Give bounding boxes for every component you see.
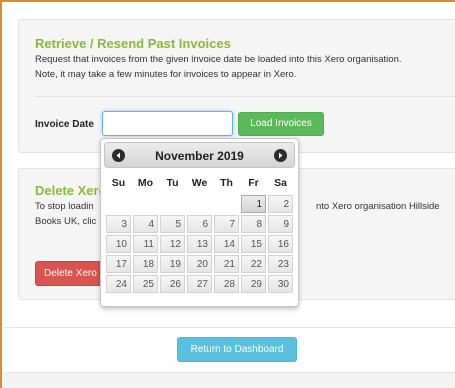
calendar-day[interactable]: 28	[214, 275, 239, 293]
calendar-day[interactable]: 7	[214, 215, 239, 233]
calendar-body: 1 2 3 4 5 6 7 8 9 10 11 12 13 14 15 16 17 18 19 20 21 22 23 24 2…	[106, 195, 293, 293]
calendar-week-row: 3456789	[106, 215, 293, 233]
calendar-day[interactable]: 25	[133, 275, 158, 293]
calendar-week-row: 12	[106, 195, 293, 213]
calendar-day[interactable]: 23	[268, 255, 293, 273]
weekday-header-row: Su Mo Tu We Th Fr Sa	[106, 172, 293, 193]
retrieve-title: Retrieve / Resend Past Invoices	[35, 36, 231, 51]
panel-divider	[35, 96, 455, 97]
invoice-date-label: Invoice Date	[35, 119, 94, 130]
delete-description-line1-right: nto Xero organisation Hillside	[316, 201, 440, 212]
calendar-day[interactable]: 10	[106, 235, 131, 253]
weekday-label: Mo	[137, 176, 154, 189]
calendar-day[interactable]: 5	[160, 215, 185, 233]
load-invoices-button[interactable]: Load Invoices	[238, 112, 324, 136]
datepicker-month-title: November 2019	[155, 149, 244, 163]
calendar-day[interactable]: 3	[106, 215, 131, 233]
retrieve-description: Request that invoices from the given inv…	[35, 52, 449, 82]
weekday-label: Th	[220, 176, 233, 189]
weekday-label: Su	[111, 176, 126, 189]
datepicker-calendar-grid: Su Mo Tu We Th Fr Sa 1 2 3 4 5 6 7 8 9 10 11 12 13 14 15 16 17…	[104, 170, 295, 295]
retrieve-description-line1: Request that invoices from the given inv…	[35, 54, 402, 65]
calendar-day[interactable]: 20	[187, 255, 212, 273]
calendar-day[interactable]: 17	[106, 255, 131, 273]
calendar-day[interactable]: 12	[160, 235, 185, 253]
page-frame: Retrieve / Resend Past Invoices Request …	[0, 0, 455, 388]
retrieve-description-line2: Note, it may take a few minutes for invo…	[35, 69, 297, 80]
return-to-dashboard-button[interactable]: Return to Dashboard	[177, 337, 297, 362]
datepicker-popup: November 2019 Su Mo Tu We Th Fr Sa 1 2 3 4 5 6 7 8 9 10…	[100, 138, 299, 307]
calendar-day-selected[interactable]: 1	[241, 195, 266, 213]
calendar-day[interactable]: 13	[187, 235, 212, 253]
calendar-day[interactable]: 15	[241, 235, 266, 253]
delete-title: Delete Xero	[35, 183, 107, 198]
calendar-day[interactable]: 29	[241, 275, 266, 293]
bottom-strip	[4, 372, 455, 388]
calendar-week-row: 10 11 12 13 14 15 16	[106, 235, 293, 253]
weekday-label: Tu	[166, 176, 179, 189]
calendar-day[interactable]: 30	[268, 275, 293, 293]
calendar-day[interactable]: 2	[268, 195, 293, 213]
calendar-empty-cell	[133, 195, 158, 213]
calendar-day[interactable]: 9	[268, 215, 293, 233]
next-month-icon[interactable]	[274, 149, 287, 162]
datepicker-header: November 2019	[104, 142, 295, 168]
weekday-label: Sa	[274, 176, 287, 189]
calendar-day[interactable]: 8	[241, 215, 266, 233]
retrieve-invoices-panel: Retrieve / Resend Past Invoices Request …	[18, 19, 455, 153]
calendar-empty-cell	[106, 195, 131, 213]
footer-divider	[4, 327, 455, 328]
calendar-empty-cell	[214, 195, 239, 213]
calendar-day[interactable]: 27	[187, 275, 212, 293]
calendar-day[interactable]: 16	[268, 235, 293, 253]
calendar-week-row: 17 18 19 20 21 22 23	[106, 255, 293, 273]
weekday-label: We	[191, 176, 208, 189]
delete-description-line1-left: To stop loadin	[35, 201, 94, 212]
calendar-day[interactable]: 4	[133, 215, 158, 233]
calendar-day[interactable]: 26	[160, 275, 185, 293]
calendar-day[interactable]: 6	[187, 215, 212, 233]
calendar-day[interactable]: 22	[241, 255, 266, 273]
weekday-label: Fr	[248, 176, 259, 189]
calendar-day[interactable]: 24	[106, 275, 131, 293]
calendar-day[interactable]: 18	[133, 255, 158, 273]
calendar-empty-cell	[160, 195, 185, 213]
calendar-day[interactable]: 21	[214, 255, 239, 273]
calendar-empty-cell	[187, 195, 212, 213]
calendar-day[interactable]: 19	[160, 255, 185, 273]
invoice-date-input[interactable]	[102, 111, 233, 136]
calendar-day[interactable]: 11	[133, 235, 158, 253]
calendar-day[interactable]: 14	[214, 235, 239, 253]
calendar-week-row: 24 25 26 27 28 29 30	[106, 275, 293, 293]
